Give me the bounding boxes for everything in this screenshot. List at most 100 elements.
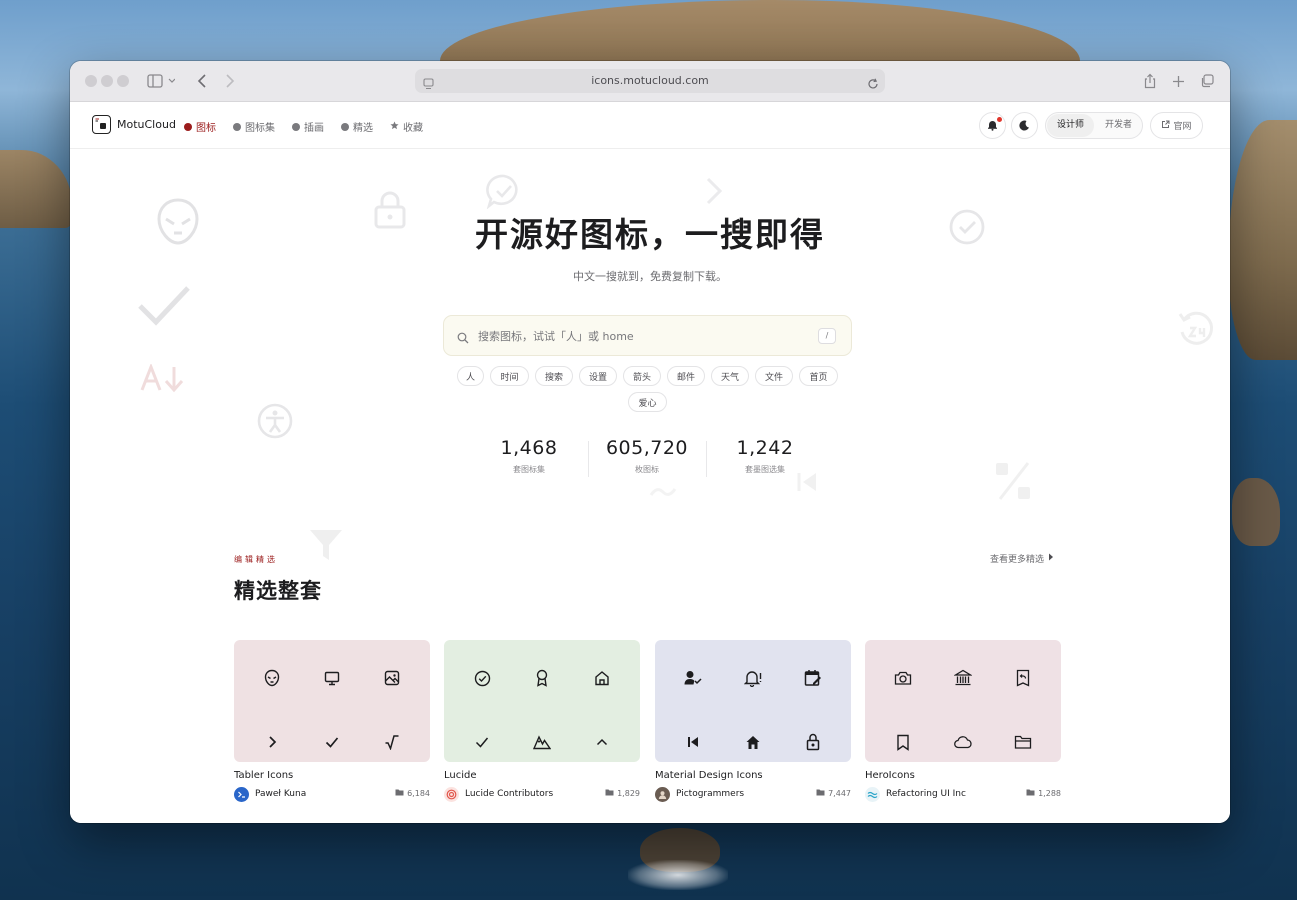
back-icon[interactable] — [194, 71, 210, 91]
forward-icon[interactable] — [222, 71, 238, 91]
keyword-chip[interactable]: 人 — [457, 366, 484, 386]
icon-count: 6,184 — [395, 789, 430, 798]
reload-icon[interactable] — [867, 75, 879, 94]
minimize-window-button[interactable] — [101, 75, 113, 87]
stat-value: 605,720 — [605, 437, 689, 459]
suggested-keywords: 人 时间 搜索 设置 箭头 邮件 天气 文件 首页 爱心 — [70, 366, 1230, 426]
chevron-up-icon — [593, 733, 611, 751]
icon-set-card[interactable]: HeroIcons Refactoring UI Inc 1,288 — [865, 640, 1061, 810]
search-input[interactable] — [478, 324, 808, 348]
author-avatar — [444, 786, 459, 802]
zoom-window-button[interactable] — [117, 75, 129, 87]
nav-illustrations[interactable]: 插画 — [292, 119, 324, 134]
icon-count-value: 6,184 — [407, 789, 430, 798]
official-site-button[interactable]: 官网 — [1150, 112, 1203, 139]
calendar-edit-icon — [804, 669, 822, 687]
icon-count: 7,447 — [816, 789, 851, 798]
award-icon — [533, 669, 551, 687]
photo-icon — [383, 669, 401, 687]
author-name: Pictogrammers — [676, 789, 745, 799]
nav-favorites[interactable]: 收藏 — [390, 119, 423, 134]
building-library-icon — [954, 669, 972, 687]
nav-label: 收藏 — [403, 123, 423, 134]
icon-set-author[interactable]: Paweł Kuna — [234, 786, 306, 802]
stat-label: 套墨图选集 — [745, 465, 785, 474]
icon-set-name[interactable]: Lucide — [444, 770, 477, 781]
card-preview[interactable] — [234, 640, 430, 762]
stat-value: 1,242 — [736, 437, 794, 459]
tab-overview-icon[interactable] — [1199, 71, 1215, 91]
motucloud-logo-icon[interactable] — [92, 115, 111, 134]
nav-icons[interactable]: 图标 — [184, 119, 216, 134]
icon-set-author[interactable]: Pictogrammers — [655, 786, 744, 802]
keyword-chip[interactable]: 天气 — [711, 366, 749, 386]
icon-set-name[interactable]: Material Design Icons — [655, 770, 763, 781]
folder-icon — [1026, 789, 1035, 798]
card-preview[interactable] — [865, 640, 1061, 762]
camera-icon — [894, 669, 912, 687]
message-check-icon — [486, 173, 522, 213]
house-icon — [593, 669, 611, 687]
icon-set-name[interactable]: HeroIcons — [865, 770, 915, 781]
keyword-chip[interactable]: 设置 — [579, 366, 617, 386]
cube-icon — [292, 122, 300, 131]
card-preview[interactable] — [655, 640, 851, 762]
monitor-icon — [323, 669, 341, 687]
stat-icon-sets: 1,468 套图标集 — [469, 437, 589, 475]
brand-name[interactable]: MotuCloud — [117, 118, 176, 131]
nav-label: 图标集 — [245, 123, 275, 134]
sidebar-toggle-icon[interactable] — [146, 71, 176, 91]
browser-toolbar: icons.motucloud.com — [70, 61, 1230, 102]
author-name: Paweł Kuna — [255, 789, 307, 799]
keyword-chip[interactable]: 首页 — [799, 366, 838, 386]
icon-set-card[interactable]: Material Design Icons Pictogrammers 7,44… — [655, 640, 851, 810]
card-preview[interactable] — [444, 640, 640, 762]
close-window-button[interactable] — [85, 75, 97, 87]
address-bar[interactable]: icons.motucloud.com — [415, 69, 885, 93]
nav-icon-sets[interactable]: 图标集 — [233, 119, 275, 134]
hero-title: 开源好图标，一搜即得 — [475, 215, 825, 254]
icon-set-card[interactable]: Lucide Lucide Contributors 1,829 — [444, 640, 640, 810]
new-tab-icon[interactable] — [1170, 71, 1186, 91]
icon-set-name[interactable]: Tabler Icons — [234, 770, 293, 781]
check-badge-icon — [341, 122, 349, 131]
site-header: MotuCloud 图标 图标集 插画 精选 收藏 设计师 开发者 官网 — [70, 102, 1230, 149]
bell-alert-icon — [744, 669, 762, 687]
icon-count: 1,829 — [605, 789, 640, 798]
keyword-chip[interactable]: 箭头 — [623, 366, 661, 386]
keyword-chip[interactable]: 搜索 — [535, 366, 573, 386]
theme-toggle-button[interactable] — [1011, 112, 1038, 139]
bookmark-icon — [894, 733, 912, 751]
icon-set-card[interactable]: Tabler Icons Paweł Kuna 6,184 — [234, 640, 430, 810]
folder-icon — [395, 789, 404, 798]
folder-icon — [1014, 733, 1032, 751]
wallpaper-rock — [1232, 478, 1280, 546]
cloud-icon — [954, 733, 972, 751]
nav-featured[interactable]: 精选 — [341, 119, 373, 134]
mountain-icon — [533, 733, 551, 751]
nav-label: 插画 — [304, 123, 324, 134]
account-check-icon — [684, 669, 702, 687]
notifications-button[interactable] — [979, 112, 1006, 139]
url-text[interactable]: icons.motucloud.com — [415, 69, 885, 93]
keyword-chip[interactable]: 爱心 — [628, 392, 667, 412]
stat-label: 套图标集 — [513, 465, 545, 474]
role-designer-tab[interactable]: 设计师 — [1047, 114, 1094, 137]
icon-search-box[interactable]: / — [443, 315, 852, 356]
author-name: Lucide Contributors — [465, 789, 554, 799]
receipt-refund-icon — [1014, 669, 1032, 687]
site-stats: 1,468 套图标集 605,720 枚图标 1,242 套墨图选集 — [70, 437, 1230, 487]
history-24-icon — [1176, 308, 1216, 352]
keyword-chip[interactable]: 文件 — [755, 366, 793, 386]
browser-window: icons.motucloud.com MotuCloud 图标 图标集 插画 … — [70, 61, 1230, 823]
check-icon — [323, 733, 341, 751]
icon-set-author[interactable]: Refactoring UI Inc — [865, 786, 966, 802]
search-shortcut-hint: / — [818, 328, 836, 344]
role-developer-tab[interactable]: 开发者 — [1095, 114, 1142, 137]
folder-icon — [816, 789, 825, 798]
keyword-chip[interactable]: 时间 — [490, 366, 529, 386]
keyword-chip[interactable]: 邮件 — [667, 366, 705, 386]
view-more-link[interactable]: 查看更多精选 — [990, 552, 1054, 565]
share-icon[interactable] — [1142, 71, 1158, 91]
icon-set-author[interactable]: Lucide Contributors — [444, 786, 553, 802]
